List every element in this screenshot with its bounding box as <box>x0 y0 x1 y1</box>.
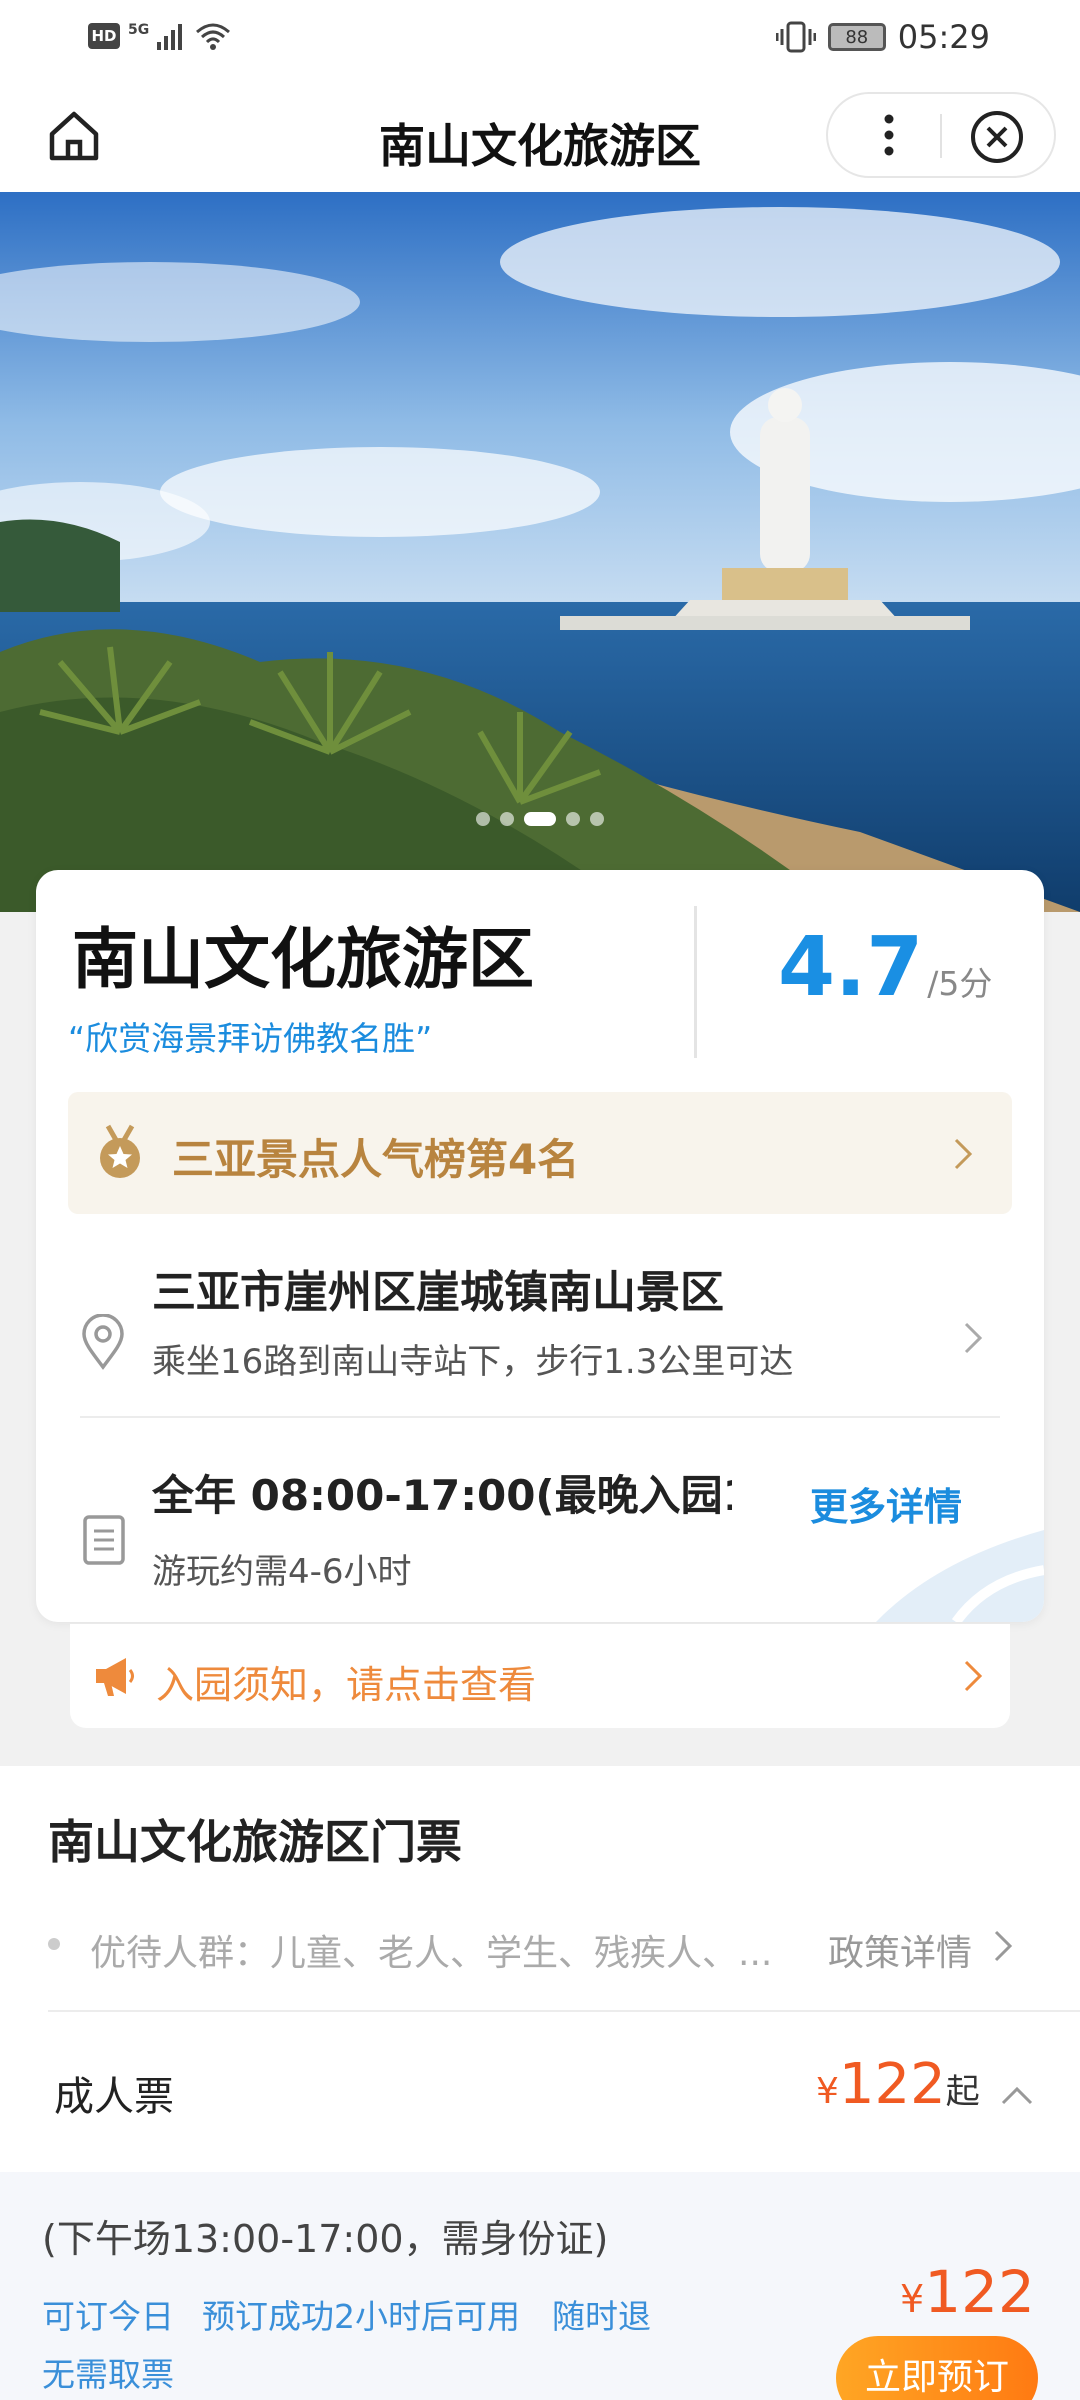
clock: 05:29 <box>897 18 990 56</box>
entry-notice[interactable]: 入园须知，请点击查看 <box>70 1624 1010 1728</box>
carousel-indicator <box>0 812 1080 826</box>
price-value: 122 <box>838 2052 946 2117</box>
rating-unit: /5分 <box>927 964 993 1003</box>
location-pin-icon <box>82 1314 124 1370</box>
ticket-tag: 预订成功2小时后可用 <box>202 2297 520 2336</box>
address-text: 三亚市崖州区崖城镇南山景区 <box>152 1267 724 1318</box>
document-icon <box>83 1515 125 1565</box>
status-right: 88 05:29 <box>775 18 990 56</box>
chevron-up-icon[interactable] <box>1000 2084 1034 2106</box>
card-divider <box>80 1416 1000 1418</box>
ticket-section: 南山文化旅游区门票 优待人群：儿童、老人、学生、残疾人、... 政策详情 成人票… <box>0 1766 1080 2400</box>
price-from-label: 起 <box>945 2072 980 2112</box>
ranking-text: 三亚景点人气榜第4名 <box>172 1135 580 1184</box>
megaphone-icon <box>96 1658 134 1696</box>
carousel-dot[interactable] <box>590 812 604 826</box>
ticket-section-title: 南山文化旅游区门票 <box>48 1815 462 1869</box>
ticket-tag: 可订今日 <box>42 2297 174 2336</box>
ticket-tag: 无需取票 <box>42 2355 174 2394</box>
address-row[interactable]: 三亚市崖州区崖城镇南山景区 乘坐16路到南山寺站下，步行1.3公里可达 <box>68 1240 1012 1418</box>
hero-image[interactable] <box>0 192 1080 912</box>
bullet <box>48 1938 60 1950</box>
hd-icon: HD <box>88 23 120 49</box>
more-icon[interactable] <box>858 104 920 166</box>
ticket-option-name: (下午场13:00-17:00，需身份证) <box>42 2217 609 2261</box>
card-divider <box>694 906 697 1058</box>
attraction-title: 南山文化旅游区 <box>72 921 534 998</box>
currency-symbol: ¥ <box>900 2277 925 2321</box>
chevron-right-icon <box>954 1138 973 1170</box>
opening-hours: 全年 08:00-17:00(最晚入园1... <box>152 1471 732 1520</box>
vibrate-icon <box>775 21 816 53</box>
ranking-banner[interactable]: 三亚景点人气榜第4名 <box>68 1092 1012 1214</box>
ticket-option[interactable]: (下午场13:00-17:00，需身份证) 可订今日 预订成功2小时后可用 随时… <box>0 2172 1080 2400</box>
more-details-link[interactable]: 更多详情 <box>810 1476 962 1531</box>
battery-indicator: 88 <box>827 23 886 51</box>
carousel-dot-active[interactable] <box>524 812 556 826</box>
miniapp-capsule <box>826 92 1056 178</box>
carousel-dot[interactable] <box>566 812 580 826</box>
policy-details-link[interactable]: 政策详情 <box>828 1924 972 1976</box>
visit-duration: 游玩约需4-6小时 <box>152 1552 412 1592</box>
entry-notice-text: 入园须知，请点击查看 <box>156 1663 537 1707</box>
wifi-icon <box>196 23 231 50</box>
adult-ticket-price: ¥122起 <box>816 2052 980 2117</box>
policy-summary: 优待人群：儿童、老人、学生、残疾人、... <box>90 1933 773 1974</box>
status-left: HD 5G <box>88 22 231 50</box>
close-icon[interactable] <box>966 106 1028 168</box>
transit-text: 乘坐16路到南山寺站下，步行1.3公里可达 <box>152 1342 794 1382</box>
nav-bar: 南山文化旅游区 <box>0 80 1080 192</box>
adult-ticket-label: 成人票 <box>54 2074 174 2120</box>
rating[interactable]: 4.7/5分 <box>778 920 992 1015</box>
status-bar: HD 5G 88 05:29 <box>0 0 1080 80</box>
capsule-divider <box>940 114 942 158</box>
ticket-tag: 随时退 <box>552 2297 651 2336</box>
currency-symbol: ¥ <box>816 2071 839 2112</box>
info-card: 南山文化旅游区 “欣赏海景拜访佛教名胜” 4.7/5分 三亚景点人气榜第4名 三… <box>36 870 1044 1622</box>
carousel-dot[interactable] <box>500 812 514 826</box>
carousel-dot[interactable] <box>476 812 490 826</box>
book-now-button[interactable]: 立即预订 <box>836 2336 1038 2400</box>
chevron-right-icon <box>964 1322 983 1354</box>
rating-score: 4.7 <box>778 920 924 1015</box>
signal-icon <box>157 24 183 50</box>
network-type: 5G <box>128 22 150 38</box>
policy-row[interactable]: 优待人群：儿童、老人、学生、残疾人、... 政策详情 <box>48 1916 1048 1976</box>
chevron-right-icon <box>994 1930 1013 1962</box>
adult-ticket-row[interactable]: 成人票 ¥122起 <box>0 2012 1080 2172</box>
price-value: 122 <box>924 2258 1035 2326</box>
chevron-right-icon <box>964 1660 983 1692</box>
ticket-option-price: ¥122 <box>900 2258 1035 2326</box>
scenic-photo <box>0 192 1080 912</box>
attraction-slogan: “欣赏海景拜访佛教名胜” <box>68 1019 433 1058</box>
medal-icon <box>100 1124 140 1178</box>
